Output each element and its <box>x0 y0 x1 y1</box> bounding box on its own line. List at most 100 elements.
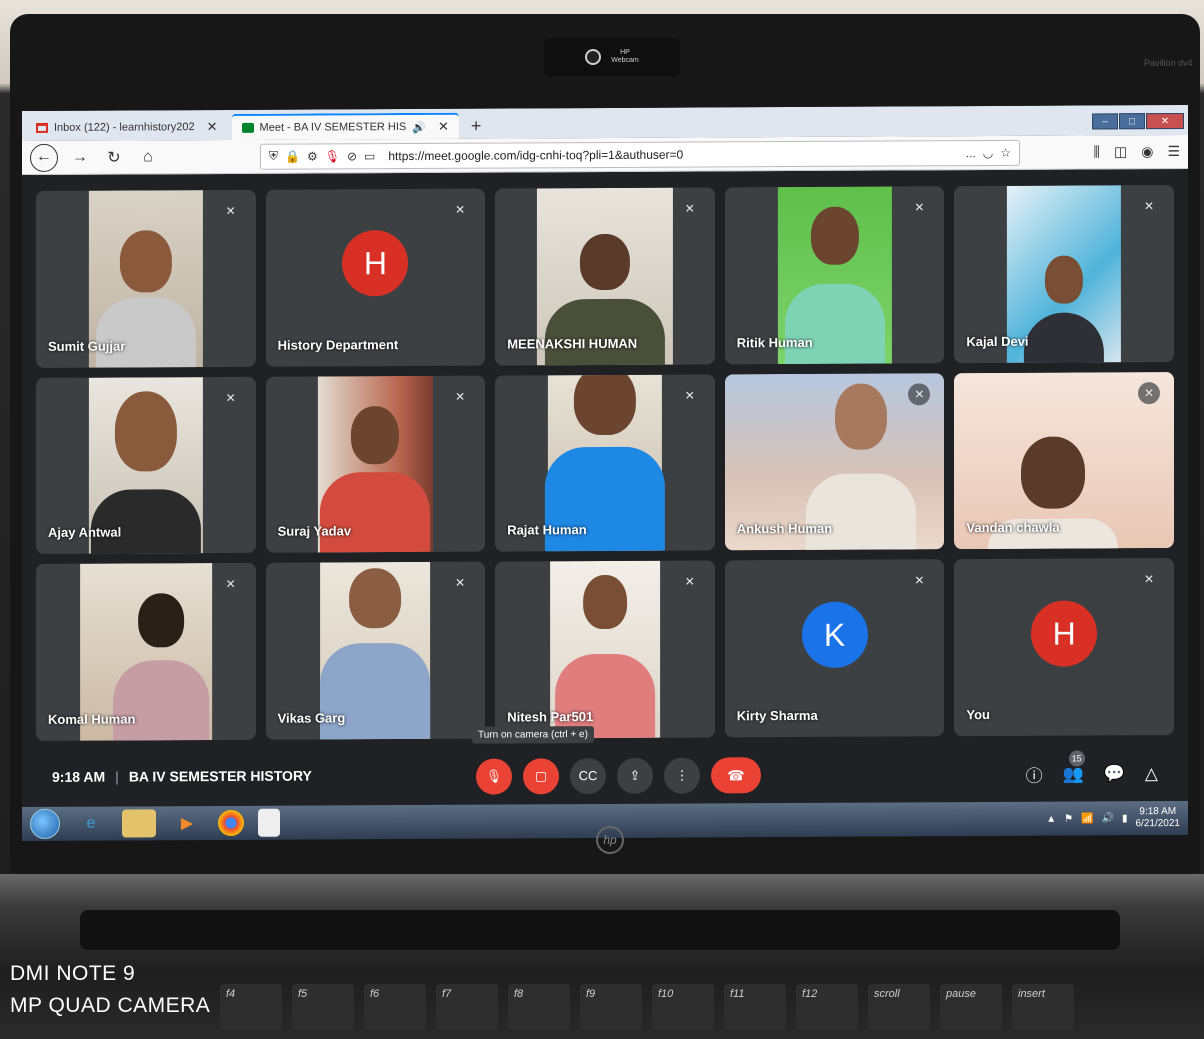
laptop-screen: Inbox (122) - learnhistory202 ✕ Meet - B… <box>22 104 1188 842</box>
clock-time: 9:18 AM <box>1139 806 1177 818</box>
meeting-side-controls: ⓘ 15 👥 💬 △ <box>1026 749 1158 787</box>
camera-toggle-button[interactable]: ▢ <box>523 758 559 795</box>
media-player-icon[interactable]: ▶ <box>170 809 204 837</box>
meeting-title: BA IV SEMESTER HISTORY <box>128 767 312 785</box>
mic-off-icon: ✕ <box>1143 572 1155 587</box>
participant-name: Sumit Gujjar <box>48 338 126 354</box>
meet-icon <box>241 122 254 133</box>
participant-name: Suraj Yadav <box>277 523 352 540</box>
mic-off-icon: ✕ <box>455 576 466 591</box>
audio-playing-icon[interactable]: 🔊 <box>412 120 426 133</box>
mic-toggle-button[interactable]: 🎙 <box>476 758 512 795</box>
file-explorer-icon[interactable] <box>122 809 156 838</box>
clock[interactable]: 9:18 AM 6/21/2021 <box>1136 806 1181 830</box>
menu-icon[interactable]: ☰ <box>1167 143 1180 160</box>
toolbar-right: ⫼ ◫ ◉ ☰ <box>1094 143 1180 160</box>
chat-icon[interactable]: 💬 <box>1104 764 1125 784</box>
sidebar-icon[interactable]: ◫ <box>1114 143 1127 160</box>
participant-tile[interactable]: ✕ Komal Human <box>36 563 256 741</box>
meeting-controls: 🎙 ▢ CC ⇪ ⋮ ☎ <box>476 757 761 795</box>
network-icon[interactable]: 📶 <box>1081 813 1093 824</box>
meeting-details-icon[interactable]: ⓘ <box>1026 762 1043 787</box>
reload-button[interactable]: ↻ <box>102 147 126 167</box>
tab-inbox[interactable]: Inbox (122) - learnhistory202 ✕ <box>26 114 228 141</box>
close-tab-icon[interactable]: ✕ <box>207 119 218 135</box>
microphone-icon[interactable]: 🎙 <box>325 149 340 163</box>
captions-button[interactable]: CC <box>570 757 606 795</box>
present-screen-button[interactable]: ⇪ <box>617 757 653 794</box>
participant-tile-self[interactable]: H ✕ You <box>954 558 1174 737</box>
keyboard-key: f7 <box>436 984 498 1030</box>
mic-off-icon: ✕ <box>914 200 925 215</box>
url-text[interactable]: https://meet.google.com/idg-cnhi-toq?pli… <box>388 146 958 163</box>
participant-name: You <box>966 706 990 723</box>
tracking-shield-icon[interactable]: ⛨ <box>269 149 278 164</box>
volume-icon[interactable]: 🔊 <box>1102 813 1114 824</box>
tray-expand-icon[interactable]: ▲ <box>1046 813 1056 824</box>
back-button[interactable]: ← <box>30 143 58 172</box>
participant-tile[interactable]: ✕ Rajat Human <box>495 374 715 552</box>
new-tab-button[interactable]: + <box>463 113 490 139</box>
participant-tile[interactable]: ✕ Ajay Antwal <box>36 376 256 555</box>
participant-tile[interactable]: ✕ Ankush Human <box>724 372 945 551</box>
bookmark-star-icon[interactable]: ☆ <box>1000 145 1011 159</box>
participant-tile[interactable]: H ✕ History Department <box>265 188 486 367</box>
separator: | <box>115 768 119 785</box>
permissions-icon[interactable]: ⚙ <box>307 149 318 163</box>
tab-meet[interactable]: Meet - BA IV SEMESTER HIS 🔊 ✕ <box>231 112 459 140</box>
participant-tile[interactable]: K ✕ Kirty Sharma <box>724 559 945 738</box>
participant-tile[interactable]: ✕ Vikas Garg <box>265 561 486 740</box>
people-button[interactable]: 15 👥 <box>1063 749 1085 784</box>
close-window-button[interactable]: ✕ <box>1146 112 1184 130</box>
home-button[interactable]: ⌂ <box>136 148 160 166</box>
watermark-line-1: DMI NOTE 9 <box>10 962 136 985</box>
pocket-icon[interactable]: ◡ <box>983 145 993 159</box>
account-icon[interactable]: ◉ <box>1141 143 1153 160</box>
leave-call-button[interactable]: ☎ <box>711 757 761 794</box>
mic-off-icon: ✕ <box>225 203 236 218</box>
forward-button[interactable]: → <box>68 148 92 166</box>
battery-icon[interactable]: ▮ <box>1122 813 1128 824</box>
keyboard-key: f12 <box>796 984 858 1030</box>
hp-logo: hp <box>596 826 624 854</box>
more-options-button[interactable]: ⋮ <box>664 757 700 794</box>
internet-explorer-icon[interactable]: e <box>74 810 108 838</box>
participant-name: History Department <box>277 336 399 353</box>
activities-icon[interactable]: △ <box>1145 764 1158 784</box>
browser-nav-bar: ← → ↻ ⌂ ⛨ 🔒 ⚙ 🎙 ⊘ ▭ https://meet.google.… <box>22 134 1188 176</box>
library-icon[interactable]: ⫼ <box>1094 143 1100 160</box>
camera-tooltip: Turn on camera (ctrl + e) <box>472 726 594 744</box>
chrome-icon[interactable] <box>218 809 244 837</box>
close-tab-icon[interactable]: ✕ <box>438 119 449 135</box>
webcam: HP Webcam <box>544 38 680 76</box>
screen-share-icon[interactable]: ▭ <box>364 149 375 163</box>
start-button[interactable] <box>30 808 60 840</box>
keyboard-key: f11 <box>724 984 786 1030</box>
camera-blocked-icon[interactable]: ⊘ <box>347 149 357 163</box>
keyboard-key: f4 <box>220 984 282 1030</box>
participant-tile[interactable]: ✕ Nitesh Par501 <box>495 560 715 739</box>
participant-tile[interactable]: ✕ MEENAKSHI HUMAN <box>495 187 715 366</box>
participant-name: Kirty Sharma <box>736 707 818 724</box>
camera-watermark: DMI NOTE 9 MP QUAD CAMERA <box>10 958 210 1022</box>
maximize-button[interactable]: □ <box>1119 113 1145 130</box>
document-app-icon[interactable] <box>258 808 280 837</box>
participant-tile[interactable]: ✕ Ritik Human <box>724 186 945 365</box>
system-tray: ▲ ⚑ 📶 🔊 ▮ 9:18 AM 6/21/2021 <box>1046 806 1180 831</box>
flag-icon[interactable]: ⚑ <box>1064 813 1073 824</box>
minimize-button[interactable]: – <box>1092 113 1118 130</box>
participant-tile[interactable]: ✕ Kajal Devi <box>954 185 1174 363</box>
url-bar[interactable]: ⛨ 🔒 ⚙ 🎙 ⊘ ▭ https://meet.google.com/idg-… <box>260 139 1020 170</box>
watermark-line-2: MP QUAD CAMERA <box>10 994 211 1017</box>
participant-tile[interactable]: ✕ Suraj Yadav <box>265 375 486 554</box>
lock-icon[interactable]: 🔒 <box>285 149 300 163</box>
participant-tile[interactable]: ✕ Sumit Gujjar <box>36 189 256 368</box>
participant-tile[interactable]: ✕ Vandan chawla <box>954 371 1174 550</box>
keyboard-key: f5 <box>292 984 354 1030</box>
keyboard-key: scroll <box>868 984 930 1030</box>
participant-avatar: H <box>1031 599 1098 667</box>
participant-name: Ajay Antwal <box>48 524 122 541</box>
page-actions-icon[interactable]: ... <box>966 146 976 160</box>
participant-grid: ✕ Sumit Gujjar H ✕ History Department ✕ … <box>36 185 1174 741</box>
participant-name: Ankush Human <box>736 521 833 537</box>
